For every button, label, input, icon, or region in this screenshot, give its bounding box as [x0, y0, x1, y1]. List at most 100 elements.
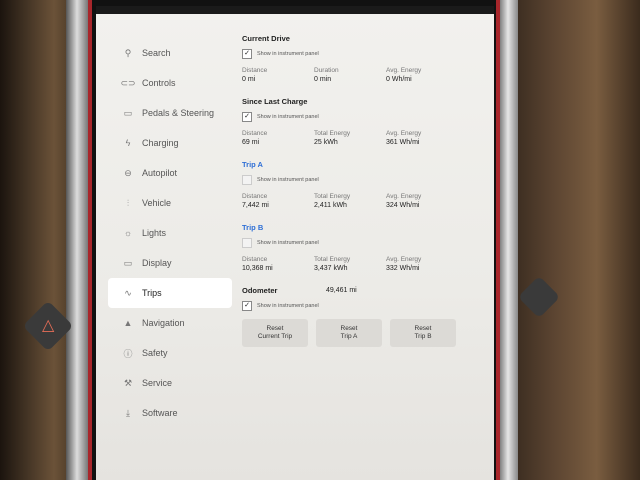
navigation-arrow-icon: ▲ — [123, 318, 133, 328]
stat-label: Distance — [242, 193, 268, 200]
stat-label: Distance — [242, 130, 268, 137]
since-last-charge-title: Since Last Charge — [242, 97, 308, 106]
right-chrome-trim — [498, 0, 518, 480]
sidebar-item-software[interactable]: ⤓ Software — [108, 398, 232, 428]
stat-distance: Distance 7,442 mi — [242, 193, 314, 209]
checkbox-unchecked[interactable]: ✓ — [242, 238, 252, 248]
stat-distance: Distance 0 mi — [242, 67, 314, 83]
info-circle-icon: ⓘ — [123, 348, 133, 359]
sidebar-item-label: Display — [142, 258, 172, 268]
reset-trip-b-button[interactable]: Reset Trip B — [390, 319, 456, 347]
checkbox-label: Show in instrument panel — [257, 177, 319, 183]
sidebar-item-search[interactable]: ⚲ Search — [108, 38, 232, 68]
trip-b-title: Trip B — [242, 223, 264, 232]
trip-a-stats: Distance 7,442 mi Total Energy 2,411 kWh… — [242, 193, 482, 209]
sidebar-item-label: Service — [142, 378, 173, 388]
checkbox-checked[interactable]: ✓ — [242, 301, 252, 311]
sidebar-item-navigation[interactable]: ▲ Navigation — [108, 308, 232, 338]
trip-b-stats: Distance 10,368 mi Total Energy 3,437 kW… — [242, 256, 482, 272]
trip-a-show-toggle[interactable]: ✓ Show in instrument panel — [242, 175, 482, 185]
bolt-icon: ϟ — [125, 138, 131, 148]
stat-value: 332 Wh/mi — [386, 265, 420, 272]
checkbox-checked[interactable]: ✓ — [242, 49, 252, 59]
sidebar-item-label: Navigation — [142, 318, 185, 328]
odometer-row: Odometer 49,461 mi — [242, 286, 482, 295]
stat-total-energy: Total Energy 2,411 kWh — [314, 193, 386, 209]
settings-screen: ⚲ Search ⊂⊃ Controls ▭ Pedals & Steering… — [96, 6, 494, 480]
sidebar-item-controls[interactable]: ⊂⊃ Controls — [108, 68, 232, 98]
trip-a-title: Trip A — [242, 160, 263, 169]
odometer-label: Odometer — [242, 286, 278, 295]
display-icon: ▭ — [123, 257, 133, 268]
sidebar-item-safety[interactable]: ⓘ Safety — [108, 338, 232, 368]
search-icon: ⚲ — [124, 47, 132, 58]
car-icon: ▭ — [123, 107, 133, 118]
stat-label: Avg. Energy — [386, 193, 422, 200]
sidebar-item-label: Safety — [142, 348, 168, 358]
stat-value: 10,368 mi — [242, 265, 273, 272]
since-last-charge-show-toggle[interactable]: ✓ Show in instrument panel — [242, 112, 482, 122]
checkbox-label: Show in instrument panel — [257, 240, 319, 246]
stat-label: Duration — [314, 67, 339, 74]
stat-distance: Distance 10,368 mi — [242, 256, 314, 272]
download-icon: ⤓ — [126, 407, 130, 418]
checkbox-unchecked[interactable]: ✓ — [242, 175, 252, 185]
sidebar-item-label: Autopilot — [142, 168, 178, 178]
stat-avg-energy: Avg. Energy 324 Wh/mi — [386, 193, 458, 209]
route-icon: ∿ — [124, 287, 132, 298]
status-bar — [96, 6, 494, 14]
stat-label: Distance — [242, 256, 268, 263]
sidebar-item-trips[interactable]: ∿ Trips — [108, 278, 232, 308]
sidebar-item-autopilot[interactable]: ⊖ Autopilot — [108, 158, 232, 188]
stat-avg-energy: Avg. Energy 0 Wh/mi — [386, 67, 458, 83]
hazard-icon: △ — [41, 317, 55, 334]
current-drive-show-toggle[interactable]: ✓ Show in instrument panel — [242, 49, 482, 59]
stat-value: 0 min — [314, 76, 332, 83]
settings-sidebar: ⚲ Search ⊂⊃ Controls ▭ Pedals & Steering… — [108, 38, 232, 428]
stat-label: Total Energy — [314, 130, 351, 137]
sidebar-item-label: Vehicle — [142, 198, 172, 208]
sidebar-item-vehicle[interactable]: ⫶ Vehicle — [108, 188, 232, 218]
stat-label: Avg. Energy — [386, 130, 422, 137]
reset-current-trip-button[interactable]: Reset Current Trip — [242, 319, 308, 347]
since-last-charge-stats: Distance 69 mi Total Energy 25 kWh Avg. … — [242, 130, 482, 146]
stat-avg-energy: Avg. Energy 332 Wh/mi — [386, 256, 458, 272]
stat-value: 361 Wh/mi — [386, 139, 420, 146]
sidebar-item-label: Search — [142, 48, 171, 58]
stat-value: 0 Wh/mi — [386, 76, 412, 83]
trips-panel: Current Drive ✓ Show in instrument panel… — [242, 34, 482, 347]
sidebar-item-lights[interactable]: ☼ Lights — [108, 218, 232, 248]
trip-b-show-toggle[interactable]: ✓ Show in instrument panel — [242, 238, 482, 248]
sidebar-item-charging[interactable]: ϟ Charging — [108, 128, 232, 158]
stat-value: 324 Wh/mi — [386, 202, 420, 209]
wrench-icon: ⚒ — [123, 377, 133, 388]
stat-value: 69 mi — [242, 139, 260, 146]
stat-duration: Duration 0 min — [314, 67, 386, 83]
reset-trip-a-button[interactable]: Reset Trip A — [316, 319, 382, 347]
odometer-show-toggle[interactable]: ✓ Show in instrument panel — [242, 301, 482, 311]
stat-distance: Distance 69 mi — [242, 130, 314, 146]
steering-wheel-icon: ⊖ — [124, 167, 132, 178]
sidebar-item-label: Lights — [142, 228, 167, 238]
current-drive-title: Current Drive — [242, 34, 290, 43]
stat-label: Total Energy — [314, 193, 351, 200]
odometer-value: 49,461 mi — [326, 287, 357, 294]
stat-total-energy: Total Energy 3,437 kWh — [314, 256, 386, 272]
stat-label: Distance — [242, 67, 268, 74]
stat-label: Avg. Energy — [386, 67, 422, 74]
stat-label: Avg. Energy — [386, 256, 422, 263]
stat-total-energy: Total Energy 25 kWh — [314, 130, 386, 146]
sidebar-item-service[interactable]: ⚒ Service — [108, 368, 232, 398]
sidebar-item-display[interactable]: ▭ Display — [108, 248, 232, 278]
sidebar-item-label: Software — [142, 408, 178, 418]
stat-value: 2,411 kWh — [314, 202, 347, 209]
stat-value: 3,437 kWh — [314, 265, 348, 272]
current-drive-stats: Distance 0 mi Duration 0 min Avg. Energy… — [242, 67, 482, 83]
sidebar-item-label: Charging — [142, 138, 179, 148]
checkbox-checked[interactable]: ✓ — [242, 112, 252, 122]
sidebar-item-pedals-steering[interactable]: ▭ Pedals & Steering — [108, 98, 232, 128]
left-chrome-trim — [66, 0, 88, 480]
sun-icon: ☼ — [123, 228, 133, 238]
stat-label: Total Energy — [314, 256, 351, 263]
sidebar-item-label: Pedals & Steering — [142, 108, 215, 118]
